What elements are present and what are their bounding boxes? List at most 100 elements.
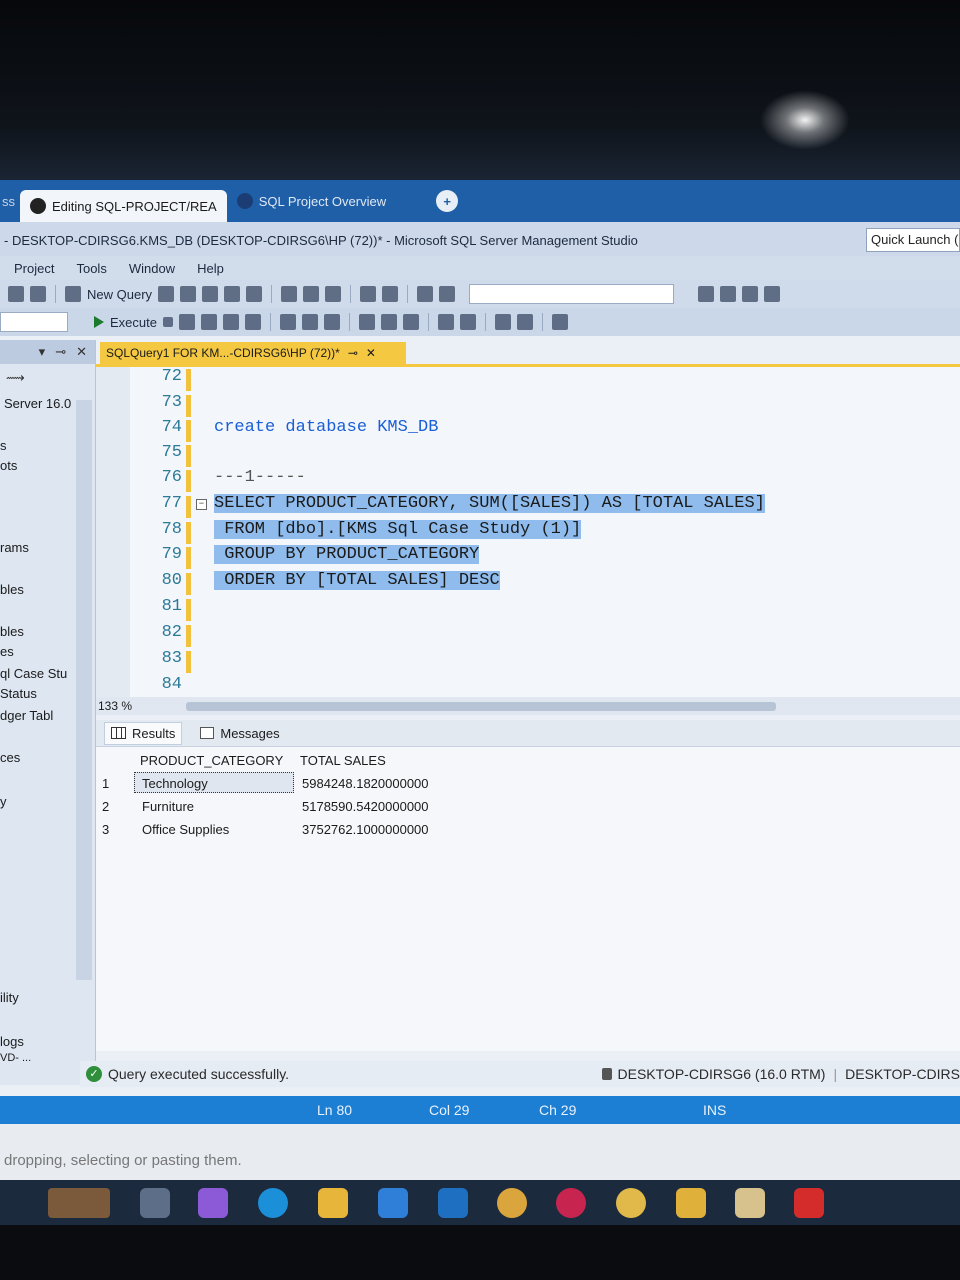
collapse-icon[interactable]: − [196, 499, 207, 510]
tree-item[interactable]: y [0, 794, 7, 809]
tree-item[interactable]: bles [0, 624, 24, 639]
horizontal-scrollbar[interactable] [186, 702, 776, 711]
undo-icon[interactable] [360, 286, 377, 302]
query-options-icon[interactable] [279, 314, 296, 330]
paste-icon[interactable] [325, 286, 342, 302]
ssms-icon[interactable] [735, 1188, 765, 1218]
tab-messages[interactable]: Messages [194, 723, 285, 744]
close-icon[interactable]: ✕ [76, 344, 87, 360]
pin-icon[interactable]: ⊸ [55, 344, 66, 360]
browser-tab-partial[interactable]: ss [0, 186, 20, 216]
stop-icon[interactable] [162, 317, 173, 327]
results-grid[interactable]: PRODUCT_CATEGORY TOTAL SALES 1 Technolog… [96, 746, 960, 1051]
table-cell[interactable]: 5984248.1820000000 [302, 776, 429, 791]
menu-window[interactable]: Window [129, 261, 175, 276]
close-icon[interactable]: ✕ [366, 346, 376, 360]
tree-item[interactable]: s [0, 438, 7, 453]
object-explorer-icon[interactable] [698, 286, 715, 302]
server-node[interactable]: Server 16.0 [4, 396, 71, 411]
tab-sql-query[interactable]: SQLQuery1 FOR KM...-CDIRSG6\HP (72))* ⊸ … [100, 342, 406, 364]
tree-item[interactable]: Status [0, 686, 37, 701]
menu-project[interactable]: Project [14, 261, 54, 276]
sql-editor[interactable]: 72 73 74 create database KMS_DB 75 76 --… [96, 367, 960, 697]
terminal-icon[interactable] [764, 286, 781, 302]
menu-help[interactable]: Help [197, 261, 224, 276]
power-bi-icon[interactable] [676, 1188, 706, 1218]
column-header[interactable]: PRODUCT_CATEGORY [140, 753, 283, 768]
comment-icon[interactable] [437, 314, 454, 330]
table-cell[interactable]: 3752762.1000000000 [302, 822, 429, 837]
tree-item[interactable]: ces [0, 750, 20, 765]
query-das-icon[interactable] [246, 286, 263, 302]
opera-icon[interactable] [556, 1188, 586, 1218]
execute-button[interactable]: Execute [110, 315, 157, 330]
results-to-grid-icon[interactable] [244, 314, 261, 330]
intellisense-icon[interactable] [222, 314, 239, 330]
tree-item[interactable]: ility [0, 990, 19, 1005]
sidebar-scrollbar[interactable] [76, 400, 92, 980]
toolbox-icon[interactable] [742, 286, 759, 302]
wallpaper-thumbnail[interactable] [48, 1188, 110, 1218]
column-header[interactable]: TOTAL SALES [300, 753, 386, 768]
store-icon[interactable] [378, 1188, 408, 1218]
query-db-icon[interactable] [158, 286, 175, 302]
chrome-icon[interactable] [497, 1188, 527, 1218]
copilot-icon[interactable] [198, 1188, 228, 1218]
activity-icon[interactable]: ⟿ [6, 370, 25, 386]
file-explorer-icon[interactable] [318, 1188, 348, 1218]
results-to-text-icon[interactable] [358, 314, 375, 330]
browser-tab-overview[interactable]: SQL Project Overview [227, 186, 396, 216]
edge-icon[interactable] [258, 1188, 288, 1218]
tree-item[interactable]: rams [0, 540, 29, 555]
query-mdx-icon[interactable] [180, 286, 197, 302]
debug-icon[interactable] [439, 286, 456, 302]
task-view-icon[interactable] [140, 1188, 170, 1218]
tree-item[interactable]: es [0, 644, 14, 659]
database-combo[interactable] [0, 312, 68, 332]
query-dmx-icon[interactable] [202, 286, 219, 302]
table-cell[interactable]: Office Supplies [142, 822, 229, 837]
quick-launch-input[interactable]: Quick Launch ( [866, 228, 960, 252]
tree-item[interactable]: dger Tabl [0, 708, 53, 723]
dropdown-icon[interactable]: ▾ [39, 344, 46, 360]
tree-item[interactable]: ql Case Stu [0, 666, 67, 681]
tree-item[interactable]: bles [0, 582, 24, 597]
norton-icon[interactable] [616, 1188, 646, 1218]
query-xmla-icon[interactable] [224, 286, 241, 302]
table-cell[interactable]: Furniture [142, 799, 194, 814]
copy-icon[interactable] [303, 286, 320, 302]
tree-item[interactable]: ots [0, 458, 17, 473]
tab-results[interactable]: Results [104, 721, 183, 745]
tree-item[interactable]: logs [0, 1034, 24, 1049]
results-file-icon[interactable] [402, 314, 419, 330]
indent-icon[interactable] [516, 314, 533, 330]
menu-tools[interactable]: Tools [76, 261, 106, 276]
outdent-icon[interactable] [494, 314, 511, 330]
results-grid-icon[interactable] [380, 314, 397, 330]
tree-item[interactable]: VD- ... [0, 1052, 31, 1064]
new-tab-button[interactable]: + [436, 190, 459, 212]
outlook-icon[interactable] [438, 1188, 468, 1218]
zoom-level[interactable]: 133 % [96, 699, 158, 713]
new-query-button[interactable]: New Query [87, 287, 152, 302]
table-cell[interactable]: Technology [142, 776, 208, 791]
redo-icon[interactable] [382, 286, 399, 302]
plan-icon[interactable] [200, 314, 217, 330]
search-combo[interactable] [469, 284, 675, 304]
acrobat-icon[interactable] [794, 1188, 824, 1218]
solution-icon[interactable] [417, 286, 434, 302]
table-cell[interactable]: 5178590.5420000000 [302, 799, 429, 814]
properties-icon[interactable] [720, 286, 737, 302]
new-query-icon[interactable] [65, 286, 81, 302]
cut-icon[interactable] [281, 286, 298, 302]
browser-tab-editing[interactable]: Editing SQL-PROJECT/REA [20, 190, 227, 222]
pin-icon[interactable]: ⊸ [348, 346, 358, 360]
parse-icon[interactable] [178, 314, 195, 330]
save-all-icon[interactable] [30, 286, 46, 302]
specify-values-icon[interactable] [551, 314, 568, 330]
client-stats-icon[interactable] [301, 314, 318, 330]
actual-plan-icon[interactable] [323, 314, 340, 330]
execute-icon[interactable] [94, 316, 104, 328]
save-icon[interactable] [8, 286, 24, 302]
uncomment-icon[interactable] [459, 314, 476, 330]
